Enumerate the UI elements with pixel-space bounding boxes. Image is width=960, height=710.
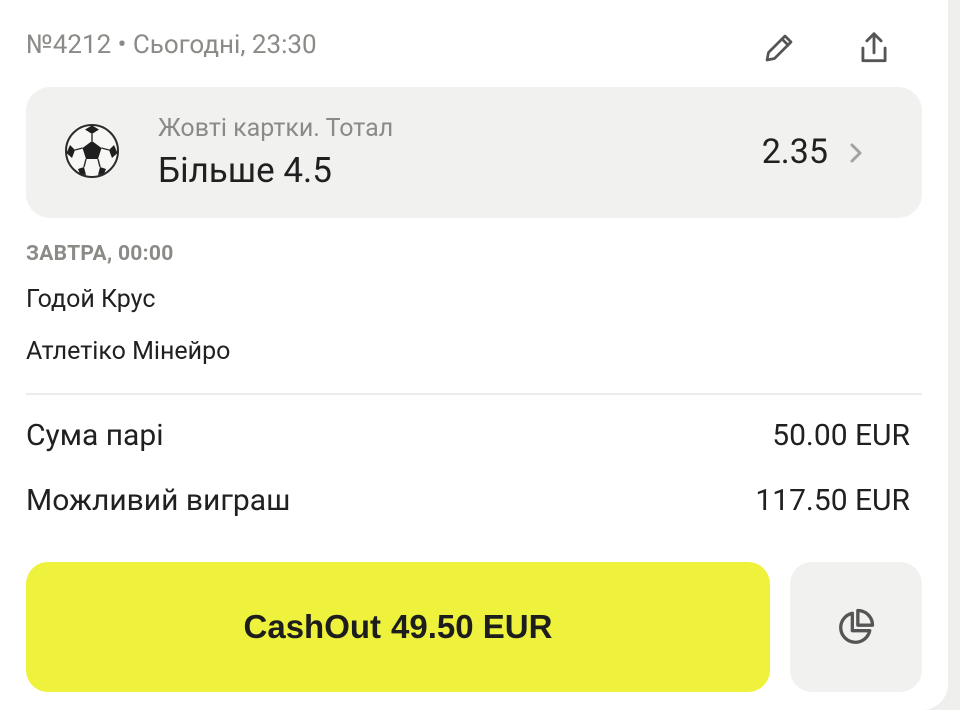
cashout-amount: 49.50 EUR xyxy=(391,608,553,645)
outcome-card[interactable]: Жовті картки. Тотал Більше 4.5 2.35 xyxy=(26,87,922,218)
market-name: Жовті картки. Тотал xyxy=(158,114,394,143)
bet-number: №4212 xyxy=(26,30,112,60)
share-button[interactable] xyxy=(852,26,896,70)
share-icon xyxy=(861,32,887,63)
chevron-right-icon xyxy=(850,143,862,163)
partial-cashout-button[interactable] xyxy=(790,562,922,692)
header-separator: • xyxy=(117,30,127,60)
edit-button[interactable] xyxy=(757,26,801,70)
bet-header: №4212 • Сьогодні, 23:30 xyxy=(26,30,317,60)
pie-chart-icon xyxy=(839,608,875,644)
stake-label: Сума парі xyxy=(26,418,164,453)
odds-value: 2.35 xyxy=(761,132,828,172)
bet-placed-time: Сьогодні, 23:30 xyxy=(132,30,317,60)
stake-value: 50.00 EUR xyxy=(772,418,910,453)
bet-card: №4212 • Сьогодні, 23:30 Жовті картки. То… xyxy=(0,0,948,710)
away-team: Атлетіко Мінейро xyxy=(26,337,231,366)
cashout-label: CashOut xyxy=(243,608,382,645)
event-start-time: ЗАВТРА, 00:00 xyxy=(26,242,174,266)
home-team: Годой Крус xyxy=(26,285,156,314)
potential-win-value: 117.50 EUR xyxy=(755,483,910,518)
potential-win-label: Можливий виграш xyxy=(26,483,291,518)
pencil-icon xyxy=(765,34,793,62)
divider xyxy=(26,393,922,395)
selection-name: Більше 4.5 xyxy=(158,150,332,191)
soccer-ball-icon xyxy=(65,124,119,178)
cashout-button[interactable]: CashOut 49.50 EUR xyxy=(26,562,770,692)
